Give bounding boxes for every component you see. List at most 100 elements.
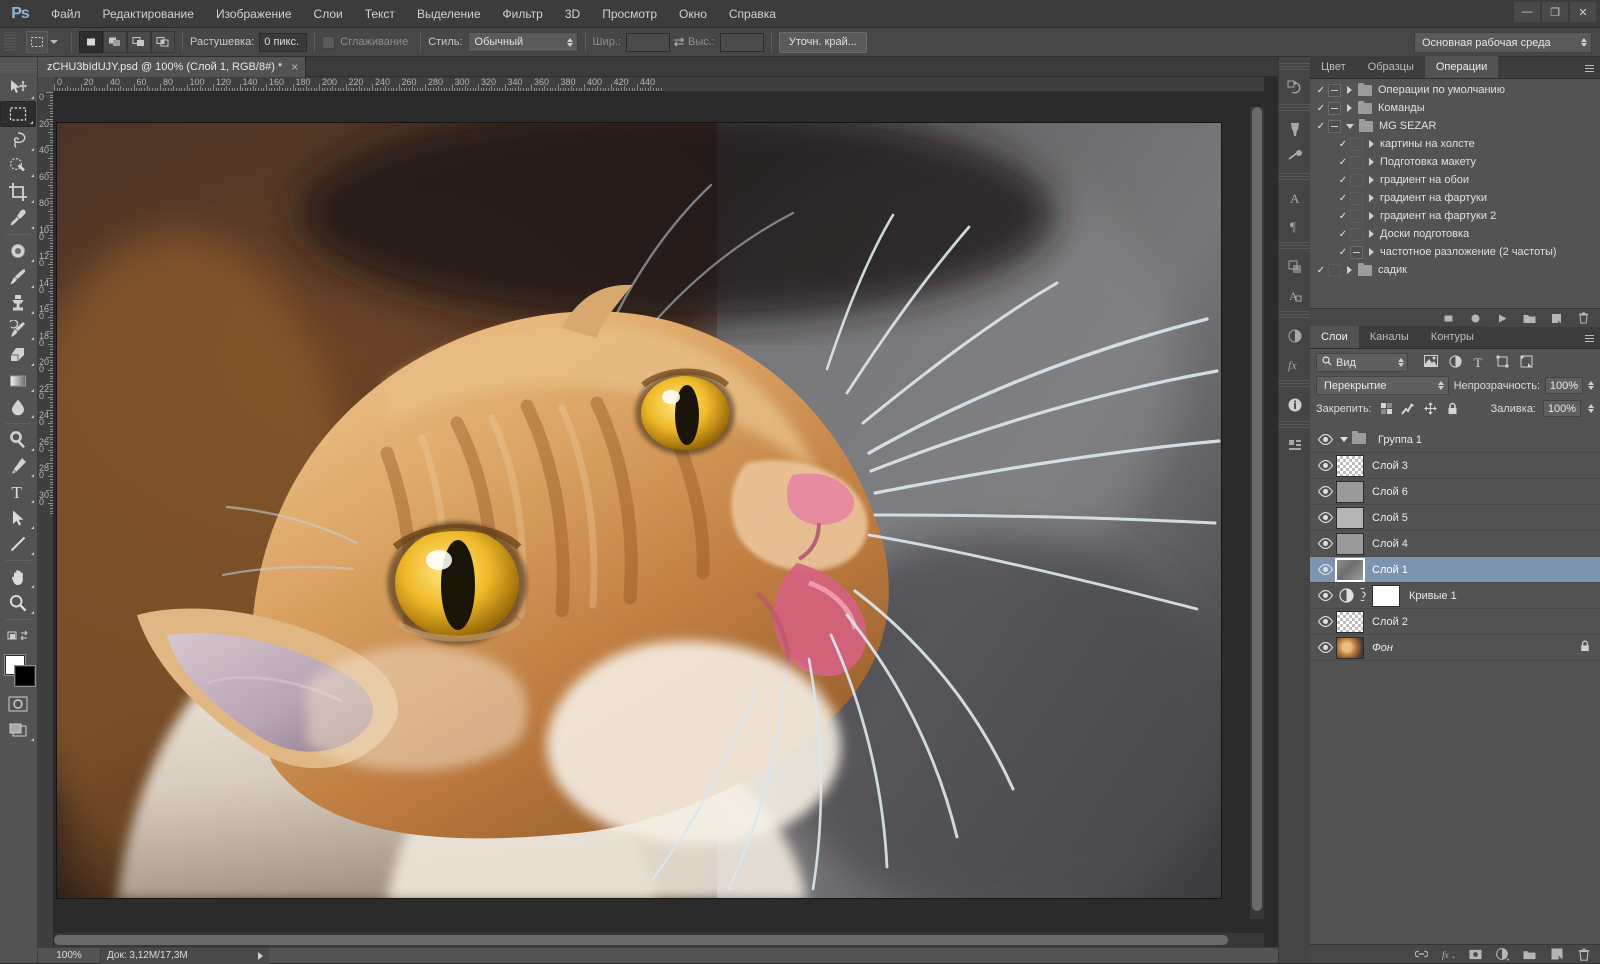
play-button[interactable] — [1496, 312, 1509, 325]
action-row[interactable]: ✓градиент на обои — [1310, 171, 1600, 189]
dock-grip-6[interactable] — [1279, 380, 1310, 389]
menu-item-9[interactable]: Окно — [668, 0, 718, 28]
lock-all-icon[interactable] — [1445, 401, 1460, 416]
fill-spinner-icon[interactable] — [1588, 404, 1594, 413]
layer-visibility-toggle[interactable] — [1314, 460, 1336, 471]
action-toggle-checkbox[interactable]: ✓ — [1314, 121, 1328, 132]
paragraph-icon[interactable]: ¶ — [1279, 212, 1311, 240]
glyphs-icon[interactable]: A — [1279, 281, 1311, 309]
gradient-tool[interactable] — [0, 368, 36, 394]
pen-tool[interactable] — [0, 453, 36, 479]
close-button[interactable]: ✕ — [1570, 2, 1596, 22]
artboard[interactable] — [54, 92, 1264, 949]
eraser-tool[interactable] — [0, 342, 36, 368]
layer-thumbnail[interactable] — [1336, 637, 1364, 659]
antialias-checkbox[interactable] — [322, 36, 335, 49]
quick-selection-tool[interactable] — [0, 153, 36, 179]
info-icon[interactable] — [1279, 391, 1311, 419]
menu-item-2[interactable]: Изображение — [205, 0, 303, 28]
layer-thumbnail[interactable] — [1336, 455, 1364, 477]
actions-panel-menu-icon[interactable] — [1582, 61, 1596, 75]
color-swatches[interactable] — [0, 653, 36, 691]
lasso-tool[interactable] — [0, 127, 36, 153]
layer-mask-thumbnail[interactable] — [1372, 585, 1400, 607]
layer-visibility-toggle[interactable] — [1314, 590, 1336, 601]
layer-visibility-toggle[interactable] — [1314, 642, 1336, 653]
action-modal-toggle[interactable] — [1350, 138, 1363, 151]
tab-контуры[interactable]: Контуры — [1420, 326, 1485, 348]
tab-операции[interactable]: Операции — [1425, 56, 1498, 78]
layer-row[interactable]: Слой 3 — [1310, 453, 1600, 479]
opacity-spinner-icon[interactable] — [1588, 381, 1594, 390]
screen-mode-button[interactable] — [0, 717, 36, 743]
pixel-filter-icon[interactable] — [1424, 355, 1438, 370]
quick-mask-button[interactable] — [0, 691, 36, 717]
tab-каналы[interactable]: Каналы — [1359, 326, 1420, 348]
styles-icon[interactable]: fx — [1279, 350, 1311, 378]
line-tool[interactable] — [0, 531, 36, 557]
lock-transparent-icon[interactable] — [1379, 401, 1394, 416]
layer-visibility-toggle[interactable] — [1314, 434, 1336, 445]
new-group-button[interactable] — [1523, 948, 1536, 961]
action-modal-toggle[interactable] — [1350, 228, 1363, 241]
chevron-right-icon[interactable] — [1347, 86, 1352, 94]
layer-thumbnail[interactable] — [1336, 533, 1364, 555]
type-filter-icon[interactable]: T — [1473, 355, 1485, 371]
dock-grip-5[interactable] — [1279, 311, 1310, 320]
zoom-tool[interactable] — [0, 590, 36, 616]
canvas-vertical-scrollbar[interactable] — [1250, 107, 1264, 919]
layer-row[interactable]: Слой 1 — [1310, 557, 1600, 583]
properties-icon[interactable] — [1279, 432, 1311, 460]
dodge-tool[interactable] — [0, 427, 36, 453]
hand-tool[interactable] — [0, 564, 36, 590]
action-row[interactable]: ✓частотное разложение (2 частоты) — [1310, 243, 1600, 261]
dock-grip[interactable] — [1279, 63, 1310, 72]
action-toggle-checkbox[interactable]: ✓ — [1314, 265, 1328, 276]
layer-style-button[interactable]: fx — [1442, 948, 1455, 961]
layer-filter-type-select[interactable]: Вид — [1316, 353, 1408, 372]
action-toggle-checkbox[interactable]: ✓ — [1336, 211, 1350, 222]
layer-list[interactable]: Группа 1Слой 3Слой 6Слой 5Слой 4Слой 1Кр… — [1310, 427, 1600, 944]
layer-comps-icon[interactable] — [1279, 253, 1311, 281]
workspace-selector[interactable]: Основная рабочая среда — [1414, 32, 1592, 53]
add-to-selection-button[interactable] — [103, 31, 127, 53]
menu-item-3[interactable]: Слои — [303, 0, 354, 28]
new-selection-button[interactable] — [79, 31, 103, 53]
chevron-right-icon[interactable] — [1369, 212, 1374, 220]
intersect-selection-button[interactable] — [151, 31, 175, 53]
move-tool[interactable] — [0, 75, 36, 101]
action-modal-toggle[interactable] — [1328, 84, 1341, 97]
tab-цвет[interactable]: Цвет — [1310, 56, 1357, 78]
chevron-right-icon[interactable] — [1369, 230, 1374, 238]
clone-source-icon[interactable] — [1279, 143, 1311, 171]
feather-input[interactable]: 0 пикс. — [259, 33, 307, 52]
maximize-button[interactable]: ❐ — [1542, 2, 1568, 22]
new-layer-button[interactable] — [1550, 948, 1563, 961]
shape-filter-icon[interactable] — [1496, 355, 1509, 371]
document-tab[interactable]: zCHU3bIdUJY.psd @ 100% (Слой 1, RGB/8#) … — [38, 57, 306, 77]
style-select[interactable]: Обычный — [468, 32, 578, 52]
link-layers-button[interactable] — [1415, 948, 1428, 961]
canvas-horizontal-scrollbar[interactable] — [54, 933, 1264, 947]
history-icon[interactable] — [1279, 74, 1311, 102]
action-row[interactable]: ✓градиент на фартуки 2 — [1310, 207, 1600, 225]
action-row[interactable]: ✓Доски подготовка — [1310, 225, 1600, 243]
chevron-right-icon[interactable] — [1369, 176, 1374, 184]
record-button[interactable] — [1469, 312, 1482, 325]
action-modal-toggle[interactable] — [1350, 210, 1363, 223]
action-modal-toggle[interactable] — [1350, 246, 1363, 259]
new-action-button[interactable] — [1550, 312, 1563, 325]
menu-item-8[interactable]: Просмотр — [591, 0, 668, 28]
chevron-right-icon[interactable] — [1369, 194, 1374, 202]
brush-tool[interactable] — [0, 264, 36, 290]
blur-tool[interactable] — [0, 394, 36, 420]
brush-presets-icon[interactable] — [1279, 115, 1311, 143]
character-icon[interactable]: A — [1279, 184, 1311, 212]
document-info[interactable]: Док: 3,12M/17,3M — [100, 948, 269, 964]
layer-visibility-toggle[interactable] — [1314, 616, 1336, 627]
action-modal-toggle[interactable] — [1350, 156, 1363, 169]
clone-stamp-tool[interactable] — [0, 290, 36, 316]
action-toggle-checkbox[interactable]: ✓ — [1336, 139, 1350, 150]
adjustment-layer-button[interactable] — [1496, 948, 1509, 961]
layer-visibility-toggle[interactable] — [1314, 538, 1336, 549]
